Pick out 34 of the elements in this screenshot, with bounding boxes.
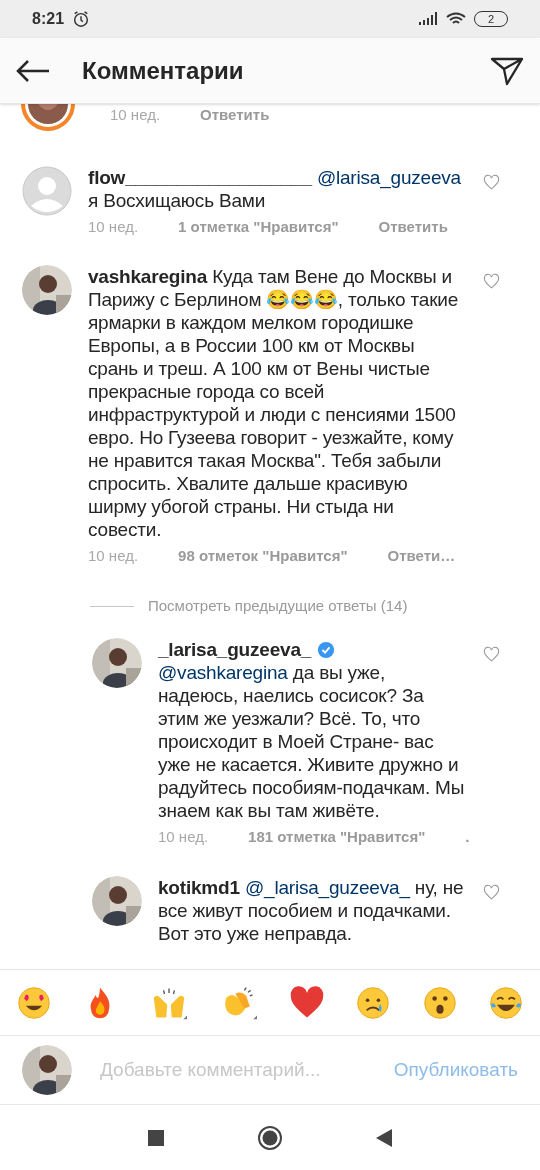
comment-time: 10 нед. [88, 217, 139, 237]
wifi-icon [446, 12, 466, 26]
reply-link[interactable]: Ответить [378, 216, 448, 239]
crying-face-icon[interactable] [355, 984, 392, 1021]
back-arrow-icon[interactable] [16, 58, 50, 83]
heart-icon[interactable] [483, 645, 500, 663]
page-title: Комментарии [82, 55, 245, 86]
reply-link[interactable]: . [465, 825, 470, 848]
signal-icon [418, 12, 438, 26]
back-triangle-icon[interactable] [376, 1128, 392, 1147]
likes-count[interactable]: 1 отметка "Нравится" [178, 216, 339, 239]
clock-time: 8:21 [32, 9, 65, 29]
comment-time: 10 нед. [110, 105, 161, 125]
view-previous-replies[interactable]: Посмотреть предыдущие ответы (14) [148, 595, 408, 618]
comment-text: flow__________________ @larisa_guzeeva я Восхищаюсь Вами [88, 166, 462, 212]
comment-text: kotikmd1 @_larisa_guzeeva_ ну, не все живут пособием и подачками. Вот это уже неправда. [158, 876, 465, 945]
heart-eyes-face-icon[interactable] [16, 984, 52, 1021]
likes-count[interactable]: 98 отметок "Нравится" [178, 544, 348, 567]
reply-link[interactable]: Ответить [200, 104, 270, 127]
comment-time: 10 нед. [158, 826, 209, 847]
square-icon[interactable] [148, 1129, 164, 1146]
alarm-icon [72, 10, 91, 28]
home-circle-icon[interactable] [258, 1125, 282, 1150]
laughing-face-icon[interactable] [487, 984, 524, 1021]
heart-icon[interactable] [483, 272, 500, 290]
surprised-face-icon[interactable] [421, 984, 458, 1021]
reply-link[interactable]: Ответи… [387, 544, 456, 567]
send-icon[interactable] [490, 55, 524, 86]
comment-time: 10 нед. [88, 545, 139, 566]
likes-count[interactable]: 181 отметка "Нравится" [248, 825, 426, 848]
comment-text: vashkaregina Куда там Вене до Москвы и Парижу с Берлином 😂😂😂, только такие ярмарки в каждом мелком городишке Европы, а в России 100 км от Москвы срань и треш. А 100 км от Вены чистые прекрасные города со всей инфраструктурой и люди с пенсиями 1500 евро. Но Гузеева говорит - уезжайте, кому не нравится такая Москва". Тебя забыли спросить. Хвалите дальше красивую ширму убогой страны. Ни стыда ни совести. [88, 264, 460, 541]
heart-icon[interactable] [483, 174, 500, 191]
comment-text: _larisa_guzeeva_ @vashkaregina да вы уже, надеюсь, наелись сосисок? За этим же уезжали? Всё. То, что происходит в Моей Стране- вас уже не касается. Живите дружно и радуйтесь пособиям-подачкам. Мы знаем как вы там живёте. [158, 637, 466, 822]
heart-icon[interactable] [483, 884, 500, 901]
